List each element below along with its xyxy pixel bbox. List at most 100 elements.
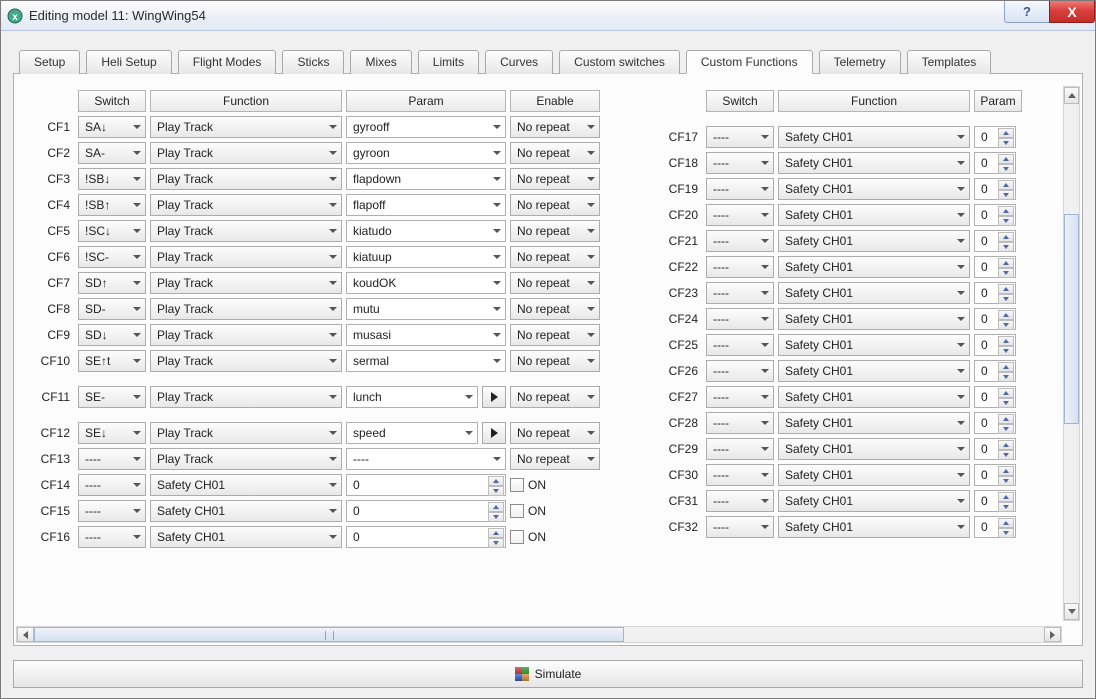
enable-select[interactable]: No repeat [510, 220, 600, 242]
tab-mixes[interactable]: Mixes [350, 50, 411, 74]
param-spin[interactable]: 0 [346, 500, 506, 522]
play-button[interactable] [482, 386, 506, 408]
param-combo[interactable]: mutu [346, 298, 506, 320]
tab-templates[interactable]: Templates [907, 50, 992, 74]
tab-curves[interactable]: Curves [485, 50, 553, 74]
param-spin[interactable]: 0 [974, 204, 1016, 226]
function-select[interactable]: Safety CH01 [150, 526, 342, 548]
param-spin[interactable]: 0 [974, 256, 1016, 278]
enable-select[interactable]: No repeat [510, 350, 600, 372]
param-spin[interactable]: 0 [974, 386, 1016, 408]
switch-select[interactable]: ---- [706, 126, 774, 148]
param-combo[interactable]: koudOK [346, 272, 506, 294]
help-button[interactable]: ? [1004, 1, 1050, 23]
switch-select[interactable]: ---- [78, 448, 146, 470]
function-select[interactable]: Play Track [150, 422, 342, 444]
param-spin[interactable]: 0 [974, 152, 1016, 174]
scroll-down-button[interactable] [1064, 603, 1079, 620]
tab-limits[interactable]: Limits [418, 50, 479, 74]
function-select[interactable]: Play Track [150, 116, 342, 138]
param-spin[interactable]: 0 [974, 490, 1016, 512]
tab-flight-modes[interactable]: Flight Modes [178, 50, 277, 74]
function-select[interactable]: Safety CH01 [778, 282, 970, 304]
param-spin[interactable]: 0 [974, 438, 1016, 460]
param-spin[interactable]: 0 [974, 126, 1016, 148]
function-select[interactable]: Play Track [150, 324, 342, 346]
function-select[interactable]: Safety CH01 [778, 126, 970, 148]
function-select[interactable]: Safety CH01 [778, 230, 970, 252]
switch-select[interactable]: ---- [706, 256, 774, 278]
enable-checkbox[interactable] [510, 504, 524, 518]
switch-select[interactable]: ---- [706, 334, 774, 356]
param-combo[interactable]: gyrooff [346, 116, 506, 138]
function-select[interactable]: Safety CH01 [778, 386, 970, 408]
switch-select[interactable]: ---- [706, 438, 774, 460]
switch-select[interactable]: ---- [78, 500, 146, 522]
function-select[interactable]: Safety CH01 [778, 308, 970, 330]
function-select[interactable]: Safety CH01 [778, 516, 970, 538]
scroll-up-button[interactable] [1064, 87, 1079, 104]
switch-select[interactable]: !SC↓ [78, 220, 146, 242]
tab-setup[interactable]: Setup [19, 50, 80, 74]
scroll-thumb-h[interactable] [34, 627, 624, 642]
enable-select[interactable]: No repeat [510, 272, 600, 294]
enable-select[interactable]: No repeat [510, 422, 600, 444]
param-spin[interactable]: 0 [974, 360, 1016, 382]
function-select[interactable]: Safety CH01 [778, 360, 970, 382]
function-select[interactable]: Play Track [150, 194, 342, 216]
function-select[interactable]: Safety CH01 [778, 204, 970, 226]
function-select[interactable]: Safety CH01 [150, 474, 342, 496]
enable-checkbox[interactable] [510, 478, 524, 492]
tab-custom-switches[interactable]: Custom switches [559, 50, 680, 74]
param-combo[interactable]: ---- [346, 448, 506, 470]
switch-select[interactable]: ---- [706, 152, 774, 174]
param-combo[interactable]: musasi [346, 324, 506, 346]
function-select[interactable]: Safety CH01 [778, 334, 970, 356]
simulate-button[interactable]: Simulate [13, 660, 1083, 688]
switch-select[interactable]: SA↓ [78, 116, 146, 138]
switch-select[interactable]: SD↓ [78, 324, 146, 346]
enable-select[interactable]: No repeat [510, 168, 600, 190]
param-spin[interactable]: 0 [974, 516, 1016, 538]
param-spin[interactable]: 0 [346, 526, 506, 548]
function-select[interactable]: Play Track [150, 298, 342, 320]
switch-select[interactable]: ---- [706, 204, 774, 226]
vertical-scrollbar[interactable] [1063, 86, 1080, 621]
function-select[interactable]: Safety CH01 [778, 152, 970, 174]
switch-select[interactable]: ---- [706, 178, 774, 200]
param-combo[interactable]: kiatuup [346, 246, 506, 268]
scroll-left-button[interactable] [17, 627, 34, 642]
function-select[interactable]: Play Track [150, 448, 342, 470]
enable-select[interactable]: No repeat [510, 386, 600, 408]
param-spin[interactable]: 0 [974, 308, 1016, 330]
switch-select[interactable]: SD↑ [78, 272, 146, 294]
enable-select[interactable]: No repeat [510, 324, 600, 346]
switch-select[interactable]: SE↑t [78, 350, 146, 372]
function-select[interactable]: Play Track [150, 246, 342, 268]
switch-select[interactable]: ---- [706, 490, 774, 512]
param-combo[interactable]: gyroon [346, 142, 506, 164]
switch-select[interactable]: SD- [78, 298, 146, 320]
switch-select[interactable]: ---- [706, 308, 774, 330]
function-select[interactable]: Safety CH01 [778, 178, 970, 200]
switch-select[interactable]: SE↓ [78, 422, 146, 444]
function-select[interactable]: Play Track [150, 142, 342, 164]
enable-select[interactable]: No repeat [510, 298, 600, 320]
switch-select[interactable]: ---- [78, 526, 146, 548]
switch-select[interactable]: ---- [706, 282, 774, 304]
param-spin[interactable]: 0 [974, 178, 1016, 200]
function-select[interactable]: Safety CH01 [778, 464, 970, 486]
switch-select[interactable]: !SB↓ [78, 168, 146, 190]
switch-select[interactable]: ---- [706, 360, 774, 382]
param-combo[interactable]: speed [346, 422, 478, 444]
param-combo[interactable]: kiatudo [346, 220, 506, 242]
enable-checkbox[interactable] [510, 530, 524, 544]
switch-select[interactable]: ---- [706, 516, 774, 538]
function-select[interactable]: Play Track [150, 350, 342, 372]
switch-select[interactable]: !SB↑ [78, 194, 146, 216]
param-combo[interactable]: lunch [346, 386, 478, 408]
function-select[interactable]: Safety CH01 [778, 256, 970, 278]
function-select[interactable]: Play Track [150, 386, 342, 408]
function-select[interactable]: Play Track [150, 272, 342, 294]
param-spin[interactable]: 0 [974, 464, 1016, 486]
